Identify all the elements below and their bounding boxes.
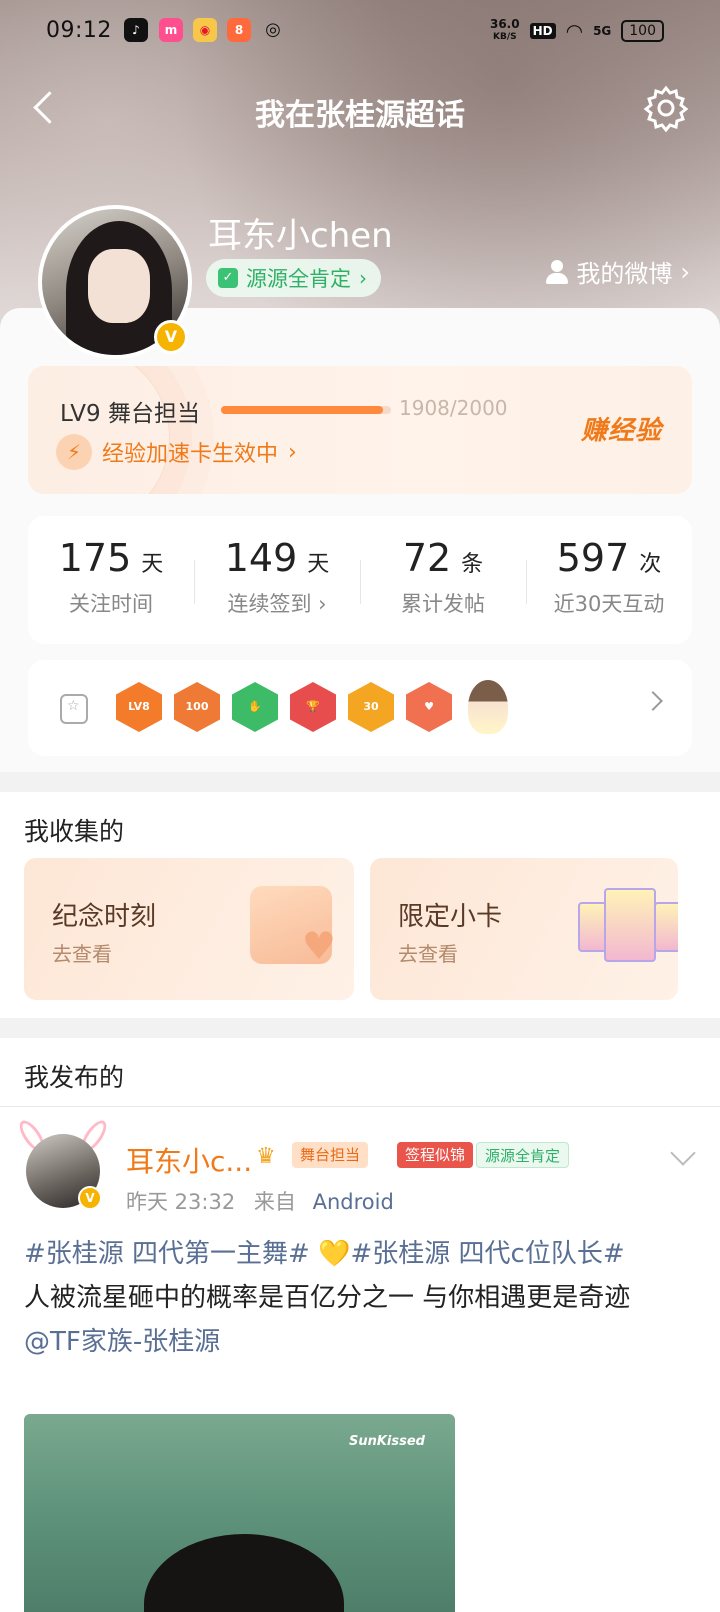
level-progress-fill: [221, 406, 384, 414]
level-progress-bar: [221, 406, 391, 414]
stat-follow-days: 175 天 关注时间: [28, 516, 194, 644]
badge-30days-icon: 30: [348, 682, 394, 732]
level-card[interactable]: LV9 舞台担当 1908/2000 ⚡ 经验加速卡生效中 › 赚经验: [28, 366, 692, 494]
signal-icon: 5G: [593, 24, 612, 38]
title-chip: 签程似锦: [397, 1142, 474, 1168]
image-brand-logo: SunKissed: [348, 1434, 425, 1449]
post-body: #张桂源 四代第一主舞# 💛#张桂源 四代c位队长# 人被流星砸中的概率是百亿分…: [24, 1232, 696, 1364]
post-meta: 昨天 23:32 来自 Android: [126, 1186, 394, 1216]
moments-card[interactable]: 纪念时刻 去查看: [24, 858, 354, 1000]
stat-label: 近30天互动: [553, 592, 665, 616]
divider: [0, 1106, 720, 1107]
chevron-right-icon: ›: [359, 266, 367, 290]
fan-tag-chip: 源源全肯定: [476, 1142, 570, 1168]
level-progress-text: 1908/2000: [399, 396, 508, 420]
boost-label: 经验加速卡生效中: [102, 442, 279, 467]
username: 耳东小chen: [208, 216, 393, 256]
stat-value: 149: [224, 536, 298, 580]
crown-icon: ♛: [256, 1144, 276, 1169]
collection-section: 我收集的 纪念时刻 去查看 限定小卡 去查看: [0, 792, 720, 1018]
section-title-posts: 我发布的: [24, 1063, 125, 1092]
post-text: 人被流星砸中的概率是百亿分之一 与你相遇更是奇迹: [24, 1283, 631, 1313]
wechat-icon: ◎: [265, 19, 281, 40]
moments-title: 纪念时刻: [52, 902, 157, 932]
stat-label: 关注时间: [69, 592, 153, 616]
stat-value: 175: [58, 536, 132, 580]
page-title: 我在张桂源超话: [255, 98, 465, 133]
stat-unit: 天: [307, 552, 330, 577]
boost-card-link[interactable]: ⚡ 经验加速卡生效中 ›: [56, 434, 297, 470]
network-speed: 36.0 KB/S: [489, 17, 520, 43]
moments-sub: 去查看: [52, 942, 112, 966]
app-orange-icon: 8: [227, 18, 251, 42]
cards-title: 限定小卡: [398, 902, 503, 932]
stat-label: 连续签到 ›: [227, 592, 327, 616]
stats-panel: 175 天 关注时间 149 天 连续签到 › 72 条 累计发帖 597 次 近30天…: [28, 516, 692, 644]
stat-value: 597: [556, 536, 630, 580]
stat-posts: 72 条 累计发帖: [360, 516, 526, 644]
gear-icon[interactable]: [642, 84, 690, 132]
earn-exp-button[interactable]: 赚经验: [581, 410, 662, 447]
wifi-icon: ◠: [565, 19, 584, 43]
calendar-icon: [250, 886, 336, 968]
weibo-icon: ◉: [193, 18, 217, 42]
tiktok-icon: ♪: [124, 18, 148, 42]
badge-lv8-icon: LV8: [116, 682, 162, 732]
cards-card[interactable]: 限定小卡 去查看: [370, 858, 678, 1000]
my-weibo-link[interactable]: 我的微博 ›: [546, 254, 690, 289]
post-time: 昨天 23:32: [126, 1190, 236, 1214]
badges-row[interactable]: LV8 100 ✋ 🏆 30 ♥: [28, 660, 692, 756]
nav-bar: 我在张桂源超话: [0, 76, 720, 140]
stat-unit: 天: [141, 552, 164, 577]
post-author[interactable]: 耳东小c...: [126, 1140, 252, 1180]
cards-sub: 去查看: [398, 942, 458, 966]
chevron-right-icon: ›: [680, 257, 690, 286]
badge-character-icon: [468, 680, 508, 734]
stat-unit: 次: [639, 552, 662, 577]
medal-icon: [60, 694, 88, 724]
fan-tag-button[interactable]: ✓ 源源全肯定 ›: [206, 259, 381, 297]
net-speed-unit: KB/S: [492, 32, 517, 42]
topic-link[interactable]: #张桂源 四代第一主舞#: [24, 1239, 310, 1269]
stat-interactions: 597 次 近30天互动: [526, 516, 692, 644]
hd-icon: HD: [529, 23, 556, 39]
chevron-down-icon[interactable]: [670, 1140, 696, 1166]
badge-trophy-icon: 🏆: [290, 682, 336, 732]
badge-hand-icon: ✋: [232, 682, 278, 732]
lightning-icon: ⚡: [56, 434, 92, 470]
post-source: Android: [312, 1190, 394, 1214]
net-speed-value: 36.0: [489, 17, 520, 31]
level-label: LV9 舞台担当: [60, 401, 200, 427]
photo-cards-icon: [578, 888, 678, 968]
profile-card: LV9 舞台担当 1908/2000 ⚡ 经验加速卡生效中 › 赚经验 175 天…: [0, 308, 720, 772]
status-bar: 09:12 ♪ m ◉ 8 ◎ 36.0 KB/S HD ◠ 5G 100: [0, 0, 720, 64]
chevron-right-icon[interactable]: [643, 691, 663, 711]
post-source-prefix: 来自: [253, 1190, 296, 1214]
stat-label: 累计发帖: [401, 592, 485, 616]
section-title-collect: 我收集的: [24, 817, 125, 846]
mention-link[interactable]: @TF家族-张桂源: [24, 1327, 220, 1357]
check-icon: ✓: [218, 268, 238, 288]
battery-icon: 100: [621, 20, 664, 42]
badge-heart-icon: ♥: [406, 682, 452, 732]
post-image[interactable]: SunKissed: [24, 1414, 455, 1612]
status-time: 09:12: [46, 18, 112, 43]
my-weibo-label: 我的微博: [576, 260, 673, 288]
badge-100days-icon: 100: [174, 682, 220, 732]
person-icon: [546, 259, 569, 284]
topic-link[interactable]: #张桂源 四代c位队长#: [350, 1239, 624, 1269]
verified-badge-icon: V: [78, 1186, 102, 1210]
app-pink-icon: m: [159, 18, 183, 42]
posts-section: 我发布的 V 耳东小c... ♛ 舞台担当 签程似锦 源源全肯定 昨天 23:3…: [0, 1038, 720, 1612]
stat-unit: 条: [461, 552, 484, 577]
stat-value: 72: [402, 536, 452, 580]
verified-badge-icon: V: [154, 320, 188, 354]
fan-tag-label: 源源全肯定: [246, 267, 351, 291]
chevron-right-icon: ›: [288, 439, 297, 465]
level-chip: 舞台担当: [292, 1142, 369, 1168]
stat-checkin-days[interactable]: 149 天 连续签到 ›: [194, 516, 360, 644]
heart-emoji: 💛: [318, 1239, 351, 1269]
